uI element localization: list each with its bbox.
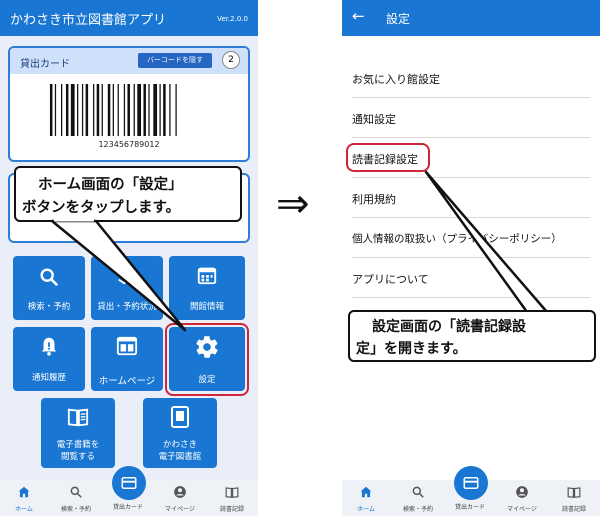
search-tile[interactable]: 検索・予約 (13, 256, 85, 320)
settings-instruction-callout: 設定画面の「読書記録設 定」を開きます。 (348, 310, 596, 362)
card-count-badge[interactable]: 2 (222, 51, 240, 69)
ebook-tile[interactable]: 電子書籍を 閲覧する (41, 398, 115, 468)
homepage-tile-label: ホームページ (98, 376, 156, 387)
callout-line-1: ホーム画面の「設定」 (38, 177, 183, 193)
nav-home[interactable]: ホーム (4, 484, 44, 513)
home-instruction-callout: ホーム画面の「設定」 ボタンをタップします。 (14, 166, 242, 222)
callout-line-2: ボタンをタップします。 (22, 200, 181, 216)
settings-item-about[interactable]: アプリについて (352, 258, 590, 298)
card-fab[interactable] (112, 466, 146, 500)
search-icon (40, 268, 59, 287)
barcode-number: 123456789012 (98, 140, 160, 149)
settings-item-label: 個人情報の取扱い（プライバシーポリシー） (352, 233, 562, 245)
card-fab[interactable] (454, 466, 488, 500)
search-icon (412, 486, 424, 498)
back-arrow-icon[interactable]: ← (352, 7, 365, 25)
nav-home-label: ホーム (15, 506, 33, 513)
settings-item-label: お気に入り館設定 (352, 73, 440, 86)
nav-record-label: 読書記録 (219, 506, 244, 513)
ebook-tile-label-1: 電子書籍を (56, 440, 100, 450)
calendar-icon (197, 267, 217, 285)
settings-item-notification[interactable]: 通知設定 (352, 98, 590, 138)
nav-card-label: 貸出カード (112, 504, 143, 511)
nav-mypage-label: マイページ (507, 506, 537, 513)
card-title: 貸出カード (20, 59, 70, 70)
settings-title: 設定 (386, 12, 411, 26)
nav-search-label: 検索・予約 (402, 506, 433, 513)
reading-record-icon (225, 487, 239, 498)
home-icon (18, 486, 30, 498)
app-title: かわさき市立図書館アプリ (10, 13, 167, 28)
homepage-tile[interactable]: ホームページ (91, 327, 163, 391)
card-header: 貸出カード バーコードを隠す 2 (10, 48, 248, 74)
version-label: Ver.2.0.0 (217, 15, 248, 23)
app-bar: かわさき市立図書館アプリ Ver.2.0.0 (0, 0, 258, 36)
nav-home-label: ホーム (357, 506, 375, 513)
account-icon (516, 486, 528, 498)
nav-search[interactable]: 検索・予約 (398, 484, 438, 513)
e-library-tile-label-2: 電子図書館 (158, 452, 202, 462)
reading-record-highlight (346, 143, 430, 172)
reading-record-icon (567, 487, 581, 498)
settings-item-label: アプリについて (352, 273, 429, 286)
nav-home[interactable]: ホーム (346, 484, 386, 513)
settings-app-bar: ← 設定 (342, 0, 600, 36)
ebook-tile-label-2: 閲覧する (60, 452, 95, 462)
settings-item-privacy[interactable]: 個人情報の取扱い（プライバシーポリシー） (352, 218, 590, 258)
settings-item-terms[interactable]: 利用規約 (352, 178, 590, 218)
library-card: 貸出カード バーコードを隠す 2 123456789012 (8, 46, 250, 162)
callout-line-1: 設定画面の「読書記録設 (372, 319, 526, 335)
nav-mypage-label: マイページ (165, 506, 195, 513)
search-icon (70, 486, 82, 498)
e-library-tile[interactable]: かわさき 電子図書館 (143, 398, 217, 468)
settings-item-label: 通知設定 (352, 113, 396, 126)
open-book-icon (67, 408, 89, 427)
calendar-tile-label: 開館情報 (189, 302, 224, 312)
transition-arrow: ⇒ (276, 181, 310, 227)
card-icon (121, 477, 137, 489)
home-screen: かわさき市立図書館アプリ Ver.2.0.0 貸出カード バーコードを隠す 2 … (0, 0, 258, 516)
e-library-tile-label-1: かわさき (162, 440, 197, 450)
nav-mypage[interactable]: マイページ (502, 484, 542, 513)
callout-line-2: 定」を開きます。 (356, 341, 467, 357)
settings-highlight (165, 323, 249, 396)
settings-item-favorite-library[interactable]: お気に入り館設定 (352, 58, 590, 98)
notice-tile[interactable]: 通知履歴 (13, 327, 85, 391)
calendar-tile[interactable]: 開館情報 (169, 256, 245, 320)
browser-icon (116, 336, 138, 356)
barcode-image (49, 84, 177, 136)
home-icon (360, 486, 372, 498)
nav-search-label: 検索・予約 (60, 506, 91, 513)
hide-barcode-button[interactable]: バーコードを隠す (138, 53, 212, 68)
settings-screen: ← 設定 お気に入り館設定 通知設定 読書記録 設定 利用規約 個人情報の取扱い（… (342, 0, 600, 516)
nav-mypage[interactable]: マイページ (160, 484, 200, 513)
card-icon (463, 477, 479, 489)
nav-search[interactable]: 検索・予約 (56, 484, 96, 513)
nav-record-label: 読書記録 (561, 506, 586, 513)
lending-tile[interactable]: 貸出・予約状況 (91, 256, 163, 320)
nav-card-label: 貸出カード (454, 504, 485, 511)
settings-item-label: 利用規約 (352, 193, 396, 206)
lending-tile-label: 貸出・予約状況 (97, 302, 157, 312)
nav-record[interactable]: 読書記録 (554, 484, 594, 513)
bell-icon (41, 337, 57, 356)
tablet-book-icon (171, 406, 189, 428)
search-tile-label: 検索・予約 (27, 302, 71, 312)
notice-tile-label: 通知履歴 (31, 373, 66, 383)
books-icon (118, 267, 136, 285)
account-icon (174, 486, 186, 498)
nav-record[interactable]: 読書記録 (212, 484, 252, 513)
